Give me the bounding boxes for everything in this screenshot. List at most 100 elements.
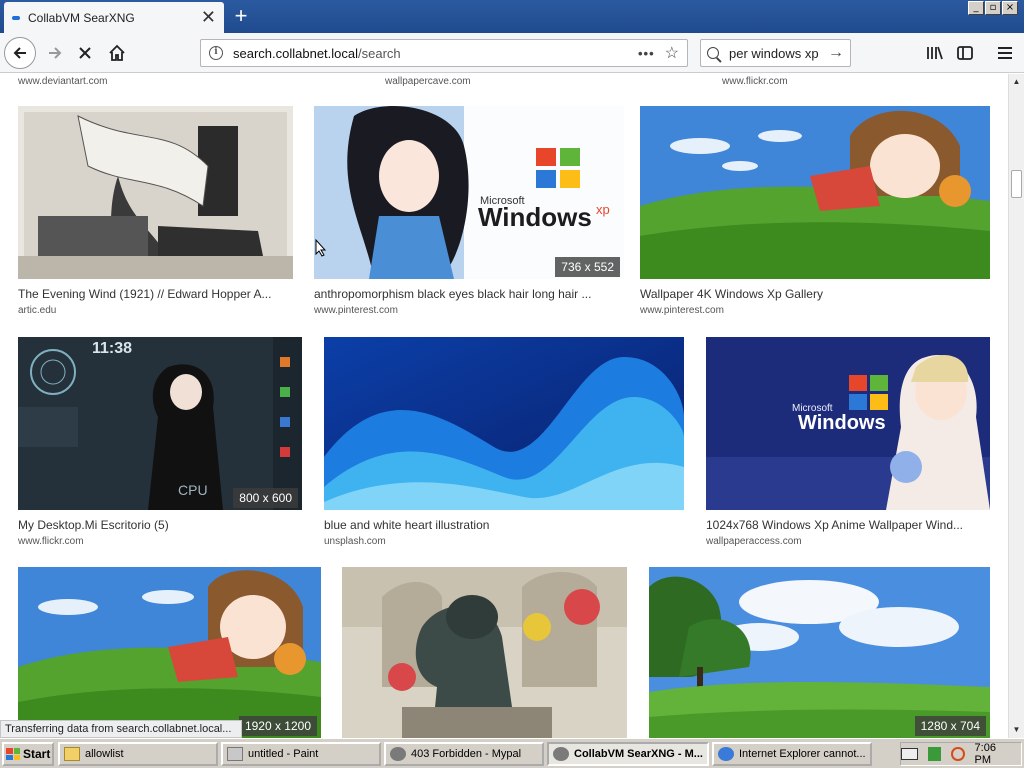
scroll-down-icon[interactable]: ▼ — [1009, 722, 1024, 738]
result-domain-2: www.pinterest.com — [314, 305, 398, 316]
result-card-8[interactable] — [342, 567, 627, 738]
clock[interactable]: 7:06 PM — [975, 742, 1013, 766]
tab-collabvm-searxng[interactable]: CollabVM SearXNG ✕ — [4, 2, 224, 33]
arrow-left-icon — [13, 47, 26, 59]
desktop-cpu-text: CPU — [178, 482, 208, 498]
desktop-clock-text: 11:38 — [92, 340, 132, 357]
url-host: search.collabnet.local — [233, 45, 359, 61]
result-card-5[interactable]: blue and white heart illustration unspla… — [324, 337, 684, 552]
site-info-icon[interactable]: i — [209, 46, 223, 60]
result-caption-6[interactable]: 1024x768 Windows Xp Anime Wallpaper Wind… — [706, 518, 990, 532]
restore-button[interactable]: ▫ — [985, 1, 1001, 15]
result-card-3[interactable]: Wallpaper 4K Windows Xp Gallery www.pint… — [640, 106, 990, 321]
task-label-5: Internet Explorer cannot... — [739, 748, 866, 760]
result-card-1[interactable]: The Evening Wind (1921) // Edward Hopper… — [18, 106, 293, 321]
search-query[interactable]: per windows xp — [729, 46, 828, 61]
result-domain-4: www.flickr.com — [18, 536, 84, 547]
back-button[interactable] — [4, 37, 36, 69]
result-card-7[interactable]: 1920 x 1200 — [18, 567, 321, 738]
result-card-6[interactable]: Microsoft Windows 1024x768 Windows Xp An… — [706, 337, 990, 552]
mouse-cursor-icon — [315, 239, 327, 257]
result-image-9[interactable]: 1280 x 704 — [649, 567, 990, 738]
result-caption-4[interactable]: My Desktop.Mi Escritorio (5) — [18, 518, 302, 532]
result-card-2[interactable]: Microsoft Windows xp 736 x 552 anthropom… — [314, 106, 624, 321]
system-tray: 7:06 PM — [900, 742, 1022, 766]
status-bar: Transferring data from search.collabnet.… — [0, 720, 242, 738]
bookmark-star-icon[interactable]: ☆ — [665, 43, 679, 63]
result-card-4[interactable]: 11:38 CPU 800 x 600 My Desktop.Mi Escrit… — [18, 337, 302, 552]
stop-x-icon — [79, 47, 91, 59]
page-actions-icon[interactable]: ••• — [638, 46, 655, 61]
result-image-6[interactable]: Microsoft Windows — [706, 337, 990, 510]
keyboard-icon[interactable] — [901, 748, 919, 760]
result-domain-1: artic.edu — [18, 305, 57, 316]
result-image-4[interactable]: 11:38 CPU 800 x 600 — [18, 337, 302, 510]
search-icon — [707, 47, 719, 59]
browser-icon — [553, 747, 569, 761]
taskbar-item-paint[interactable]: untitled - Paint — [221, 742, 381, 766]
result-card-9[interactable]: 1280 x 704 — [649, 567, 990, 738]
windows-flag-icon — [6, 748, 20, 760]
resolution-badge-7: 1920 x 1200 — [238, 716, 317, 736]
tray-search-icon[interactable] — [951, 747, 965, 761]
network-icon[interactable] — [928, 747, 942, 761]
result-caption-2[interactable]: anthropomorphism black eyes black hair l… — [314, 287, 620, 301]
search-box[interactable]: per windows xp → — [700, 39, 851, 67]
result-image-3[interactable] — [640, 106, 990, 279]
browser-window: CollabVM SearXNG ✕ + _ ▫ × i search.coll… — [0, 0, 1024, 768]
hamburger-icon — [998, 47, 1012, 59]
result-image-8[interactable] — [342, 567, 627, 738]
task-label-2: untitled - Paint — [248, 748, 319, 760]
search-go-icon[interactable]: → — [828, 44, 844, 62]
windows-logo-text-1: Windows — [478, 202, 592, 232]
close-window-button[interactable]: × — [1002, 1, 1018, 15]
minimize-button[interactable]: _ — [968, 1, 984, 15]
start-label: Start — [23, 747, 51, 761]
menu-button[interactable] — [990, 38, 1020, 68]
resolution-badge-2: 736 x 552 — [555, 257, 620, 277]
ie-icon — [718, 747, 734, 761]
windows-logo-text-2: Windows — [798, 412, 886, 434]
sidebar-icon — [957, 46, 973, 60]
vertical-scrollbar[interactable]: ▲ ▼ — [1008, 74, 1024, 738]
result-image-2[interactable]: Microsoft Windows xp 736 x 552 — [314, 106, 624, 279]
result-image-1[interactable] — [18, 106, 293, 279]
taskbar-item-allowlist[interactable]: allowlist — [58, 742, 218, 766]
taskbar-item-mypal[interactable]: 403 Forbidden - Mypal — [384, 742, 544, 766]
new-tab-button[interactable]: + — [228, 3, 254, 29]
url-text[interactable]: search.collabnet.local/search — [233, 46, 638, 61]
scroll-thumb[interactable] — [1011, 170, 1022, 198]
result-domain-6: wallpaperaccess.com — [706, 536, 802, 547]
taskbar-item-collabvm-searxng[interactable]: CollabVM SearXNG - M... — [547, 742, 709, 766]
task-label-4: CollabVM SearXNG - M... — [574, 748, 703, 760]
scroll-up-icon[interactable]: ▲ — [1009, 74, 1024, 90]
folder-icon — [64, 747, 80, 761]
window-controls: _ ▫ × — [968, 1, 1018, 15]
sidebar-button[interactable] — [950, 38, 980, 68]
start-button[interactable]: Start — [2, 742, 54, 766]
result-image-7[interactable]: 1920 x 1200 — [18, 567, 321, 738]
favicon-icon — [12, 15, 20, 20]
home-button[interactable] — [102, 38, 132, 68]
stop-button[interactable] — [70, 38, 100, 68]
task-label-3: 403 Forbidden - Mypal — [411, 748, 522, 760]
tab-close-icon[interactable]: ✕ — [201, 7, 216, 28]
taskbar-item-internet-explorer[interactable]: Internet Explorer cannot... — [712, 742, 872, 766]
result-caption-1[interactable]: The Evening Wind (1921) // Edward Hopper… — [18, 287, 293, 301]
library-button[interactable] — [920, 38, 950, 68]
results-page: www.deviantart.com wallpapercave.com www… — [0, 74, 1008, 738]
task-label-1: allowlist — [85, 748, 124, 760]
result-caption-5[interactable]: blue and white heart illustration — [324, 518, 684, 532]
paint-icon — [227, 747, 243, 761]
result-image-5[interactable] — [324, 337, 684, 510]
top-source-1[interactable]: www.deviantart.com — [18, 76, 107, 87]
arrow-right-icon — [49, 47, 62, 59]
top-source-3[interactable]: www.flickr.com — [722, 76, 788, 87]
forward-button[interactable] — [40, 38, 70, 68]
result-caption-3[interactable]: Wallpaper 4K Windows Xp Gallery — [640, 287, 986, 301]
mypal-icon — [390, 747, 406, 761]
resolution-badge-4: 800 x 600 — [233, 488, 298, 508]
url-path: /search — [358, 45, 401, 61]
address-bar[interactable]: i search.collabnet.local/search ••• ☆ — [200, 39, 688, 67]
top-source-2[interactable]: wallpapercave.com — [385, 76, 471, 87]
